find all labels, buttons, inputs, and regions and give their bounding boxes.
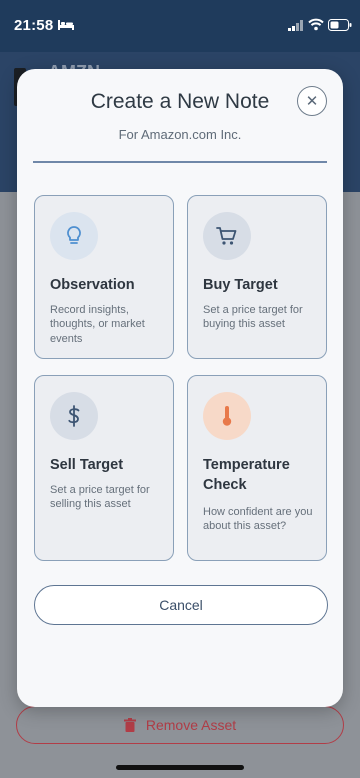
temperature-check-description: How confident are you about this asset? [203,506,313,533]
divider [33,161,327,163]
lightbulb-icon [67,226,81,244]
close-icon: ✕ [305,93,319,110]
observation-icon-badge [50,212,98,260]
battery-icon [328,19,352,31]
buy-target-title: Buy Target [203,277,278,293]
observation-title: Observation [50,277,135,293]
bed-icon [58,20,74,30]
sell-target-icon-badge [50,392,98,440]
remove-asset-button[interactable]: Remove Asset [16,706,344,744]
remove-asset-label: Remove Asset [145,717,237,733]
observation-description: Record insights, thoughts, or market eve… [50,304,145,345]
signal-icon [288,20,303,31]
sell-target-title: Sell Target [50,457,124,473]
sell-target-description: Set a price target for selling this asse… [50,484,150,511]
create-note-modal: Create a New Note ✕ For Amazon.com Inc. … [17,69,343,707]
cancel-button[interactable]: Cancel [34,585,328,625]
buy-target-icon-badge [203,212,251,260]
modal-title: Create a New Note [90,90,270,113]
trash-icon [123,718,136,732]
temperature-check-title: Temperature Check [203,457,290,493]
temperature-check-option[interactable]: Temperature Check How confident are you … [187,375,327,561]
buy-target-option[interactable]: Buy Target Set a price target for buying… [187,195,327,359]
temperature-check-icon-badge [203,392,251,440]
wifi-icon [308,18,324,31]
sell-target-option[interactable]: Sell Target Set a price target for selli… [34,375,174,561]
buy-target-description: Set a price target for buying this asset [203,304,303,331]
dollar-icon [68,405,80,427]
cart-icon [216,227,237,245]
status-time: 21:58 [14,17,54,34]
observation-option[interactable]: Observation Record insights, thoughts, o… [34,195,174,359]
thermometer-icon [222,406,232,426]
modal-subtitle: For Amazon.com Inc. [118,127,242,142]
status-bar: 21:58 [0,0,360,52]
close-button[interactable]: ✕ [297,86,327,116]
home-indicator [116,765,244,770]
